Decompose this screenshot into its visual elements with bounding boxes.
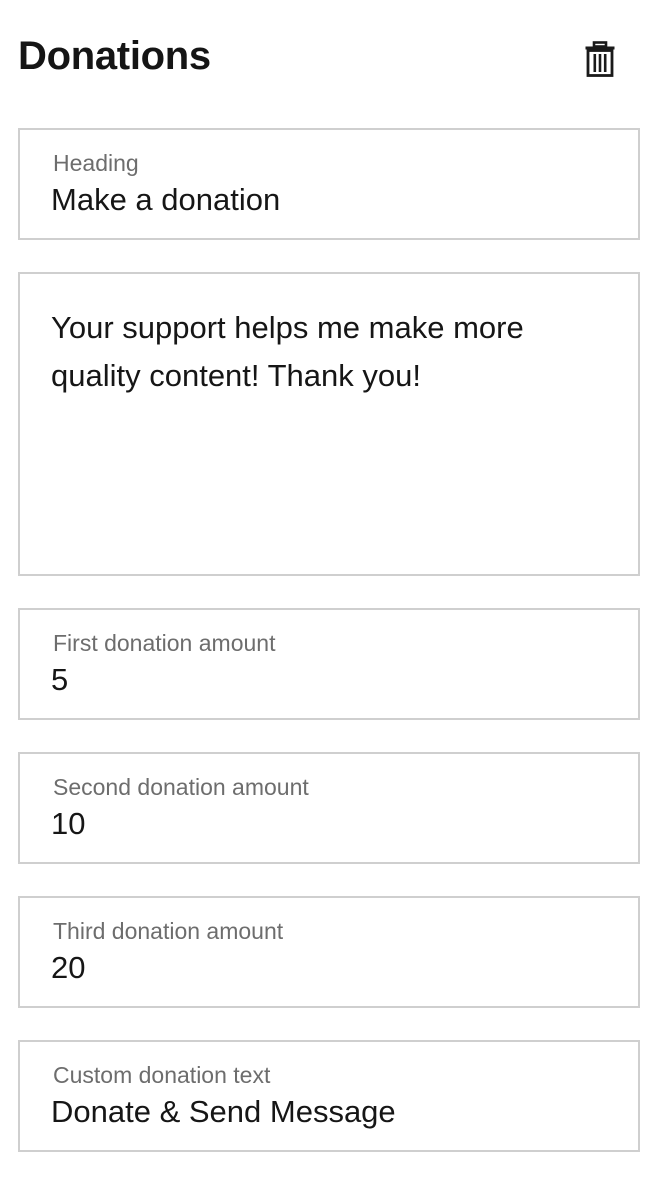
first-amount-input[interactable]: 5 bbox=[51, 662, 611, 698]
third-amount-label: Third donation amount bbox=[53, 918, 284, 944]
first-amount-field[interactable]: First donation amount 5 bbox=[18, 608, 640, 720]
page-title: Donations bbox=[18, 34, 211, 78]
third-amount-input[interactable]: 20 bbox=[51, 950, 611, 986]
first-amount-label: First donation amount bbox=[53, 630, 276, 656]
heading-label: Heading bbox=[53, 150, 139, 176]
description-textarea[interactable]: Your support helps me make more quality … bbox=[18, 272, 640, 576]
description-text[interactable]: Your support helps me make more quality … bbox=[51, 304, 611, 400]
delete-button[interactable] bbox=[580, 38, 620, 80]
second-amount-field[interactable]: Second donation amount 10 bbox=[18, 752, 640, 864]
heading-field[interactable]: Heading Make a donation bbox=[18, 128, 640, 240]
custom-text-label: Custom donation text bbox=[53, 1062, 271, 1088]
custom-text-input[interactable]: Donate & Send Message bbox=[51, 1094, 611, 1130]
heading-input[interactable]: Make a donation bbox=[51, 182, 611, 218]
header: Donations bbox=[18, 30, 640, 86]
donations-editor: Donations Heading Make a donation Your s… bbox=[0, 0, 664, 1198]
second-amount-input[interactable]: 10 bbox=[51, 806, 611, 842]
second-amount-label: Second donation amount bbox=[53, 774, 309, 800]
trash-icon bbox=[585, 41, 615, 77]
third-amount-field[interactable]: Third donation amount 20 bbox=[18, 896, 640, 1008]
custom-text-field[interactable]: Custom donation text Donate & Send Messa… bbox=[18, 1040, 640, 1152]
